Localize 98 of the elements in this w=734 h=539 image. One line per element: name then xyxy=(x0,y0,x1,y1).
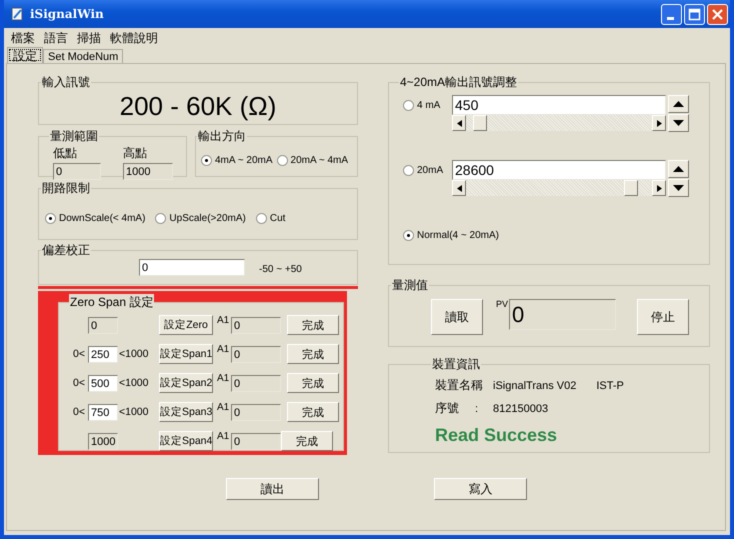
button[interactable]: 設定Span2 xyxy=(159,373,213,393)
group-label: 量測範圍 xyxy=(49,128,99,145)
range-label: <1000 xyxy=(118,348,150,360)
menu-item[interactable]: 語言 xyxy=(44,30,68,44)
button[interactable]: 完成 xyxy=(281,431,333,451)
up-arrow-icon xyxy=(673,101,684,107)
status-message: Read Success xyxy=(435,425,558,446)
group-label: 輸出方向 xyxy=(197,128,247,145)
up-arrow-icon xyxy=(673,166,684,172)
right-arrow-icon xyxy=(656,184,662,192)
spin-button[interactable] xyxy=(668,95,689,113)
range-label: 0< xyxy=(73,406,86,418)
range-label: 0< xyxy=(73,377,86,389)
text-field[interactable]: 500 xyxy=(88,374,118,392)
channel-label: A1 xyxy=(216,373,230,384)
group-label: 輸入訊號 xyxy=(41,74,91,91)
scroll-thumb[interactable] xyxy=(624,180,638,196)
group-label: 偏差校正 xyxy=(41,242,91,259)
button[interactable]: 完成 xyxy=(287,344,339,364)
channel-label: A1 xyxy=(216,344,230,355)
info-label: 裝置名稱 xyxy=(435,377,484,394)
radio-option[interactable]: 20mA xyxy=(403,165,452,176)
radio-indicator[interactable] xyxy=(403,165,414,176)
field-label: PV xyxy=(496,299,508,309)
info-value: 812150003 xyxy=(493,403,548,415)
radio-option[interactable]: 4 mA xyxy=(403,100,452,111)
radio-option[interactable]: Normal(4 ~ 20mA) xyxy=(403,230,499,241)
minimize-icon xyxy=(666,16,674,20)
spin-button[interactable] xyxy=(668,179,689,197)
button[interactable]: 寫入 xyxy=(434,478,527,500)
channel-label: A1 xyxy=(216,402,230,413)
text-field[interactable]: 250 xyxy=(88,346,118,362)
button[interactable]: 完成 xyxy=(287,373,339,393)
info-value: iSignalTrans V02 xyxy=(493,380,576,392)
group-label: 量測值 xyxy=(391,277,429,294)
radio-indicator[interactable] xyxy=(201,155,212,166)
maximize-button[interactable] xyxy=(684,4,705,24)
info-value: IST-P xyxy=(596,380,624,392)
info-label: 序號 xyxy=(435,400,460,417)
maximize-icon xyxy=(688,8,701,20)
minimize-button[interactable] xyxy=(661,4,682,24)
button[interactable]: 設定Zero xyxy=(159,315,213,335)
down-arrow-icon xyxy=(673,185,684,191)
radio-option[interactable]: 20mA ~ 4mA xyxy=(276,155,348,166)
text-field[interactable]: 750 xyxy=(88,404,118,420)
text-field[interactable]: 0 xyxy=(139,259,245,276)
group-label: 裝置資訊 xyxy=(431,356,481,373)
field-label: 高點 xyxy=(123,145,148,162)
right-arrow-icon xyxy=(656,120,662,126)
range-label: -50 ~ +50 xyxy=(259,264,302,275)
button[interactable]: 設定Span1 xyxy=(159,344,213,364)
field-label: 低點 xyxy=(53,145,78,162)
down-arrow-icon xyxy=(673,120,684,126)
group-label: 4~20mA輸出訊號調整 xyxy=(399,74,518,91)
radio-indicator[interactable] xyxy=(276,155,288,166)
close-button[interactable] xyxy=(707,4,728,24)
text-field[interactable]: 28600 xyxy=(452,160,666,180)
radio-indicator[interactable] xyxy=(155,213,166,224)
button[interactable]: 設定Span3 xyxy=(159,402,213,422)
signal-value: 200 - 60K (Ω) xyxy=(118,91,278,121)
radio-indicator[interactable] xyxy=(403,230,414,241)
close-icon xyxy=(711,8,724,20)
separator: : xyxy=(475,403,480,415)
app-icon xyxy=(10,7,24,21)
menu-item[interactable]: 軟體說明 xyxy=(110,30,158,44)
scroll-thumb[interactable] xyxy=(473,115,488,131)
range-label: <1000 xyxy=(118,377,150,389)
radio-indicator[interactable] xyxy=(403,100,414,111)
button[interactable]: 完成 xyxy=(287,315,339,335)
scrollbar[interactable] xyxy=(452,180,666,196)
group-label: Zero Span 設定 xyxy=(69,294,154,311)
menu-item[interactable]: 檔案 xyxy=(11,30,35,44)
button[interactable]: 設定Span4 xyxy=(159,431,213,451)
radio-indicator[interactable] xyxy=(45,213,56,224)
left-arrow-icon xyxy=(456,120,462,126)
button[interactable]: 停止 xyxy=(637,299,690,335)
spin-button[interactable] xyxy=(668,160,689,178)
radio-indicator[interactable] xyxy=(256,213,267,224)
value-display: 0 xyxy=(509,299,616,330)
menu-item[interactable]: 掃描 xyxy=(77,30,101,44)
group-label: 開路限制 xyxy=(41,180,91,197)
radio-option[interactable]: Cut xyxy=(256,213,286,224)
range-label: 0< xyxy=(73,348,86,360)
channel-label: A1 xyxy=(216,431,230,442)
scrollbar[interactable] xyxy=(452,115,666,131)
button[interactable]: 讀出 xyxy=(226,478,319,500)
button[interactable]: 完成 xyxy=(287,402,339,422)
text-field[interactable]: 450 xyxy=(452,95,666,115)
button[interactable]: 讀取 xyxy=(431,299,483,335)
left-arrow-icon xyxy=(456,184,462,192)
spin-button[interactable] xyxy=(668,114,689,132)
radio-option[interactable]: UpScale(>20mA) xyxy=(155,213,246,224)
channel-label: A1 xyxy=(216,315,230,326)
window-title: iSignalWin xyxy=(30,7,105,21)
radio-option[interactable]: 4mA ~ 20mA xyxy=(201,155,273,166)
range-label: <1000 xyxy=(118,406,150,418)
tab[interactable]: Set ModeNum xyxy=(43,49,124,63)
radio-option[interactable]: DownScale(< 4mA) xyxy=(45,213,146,224)
